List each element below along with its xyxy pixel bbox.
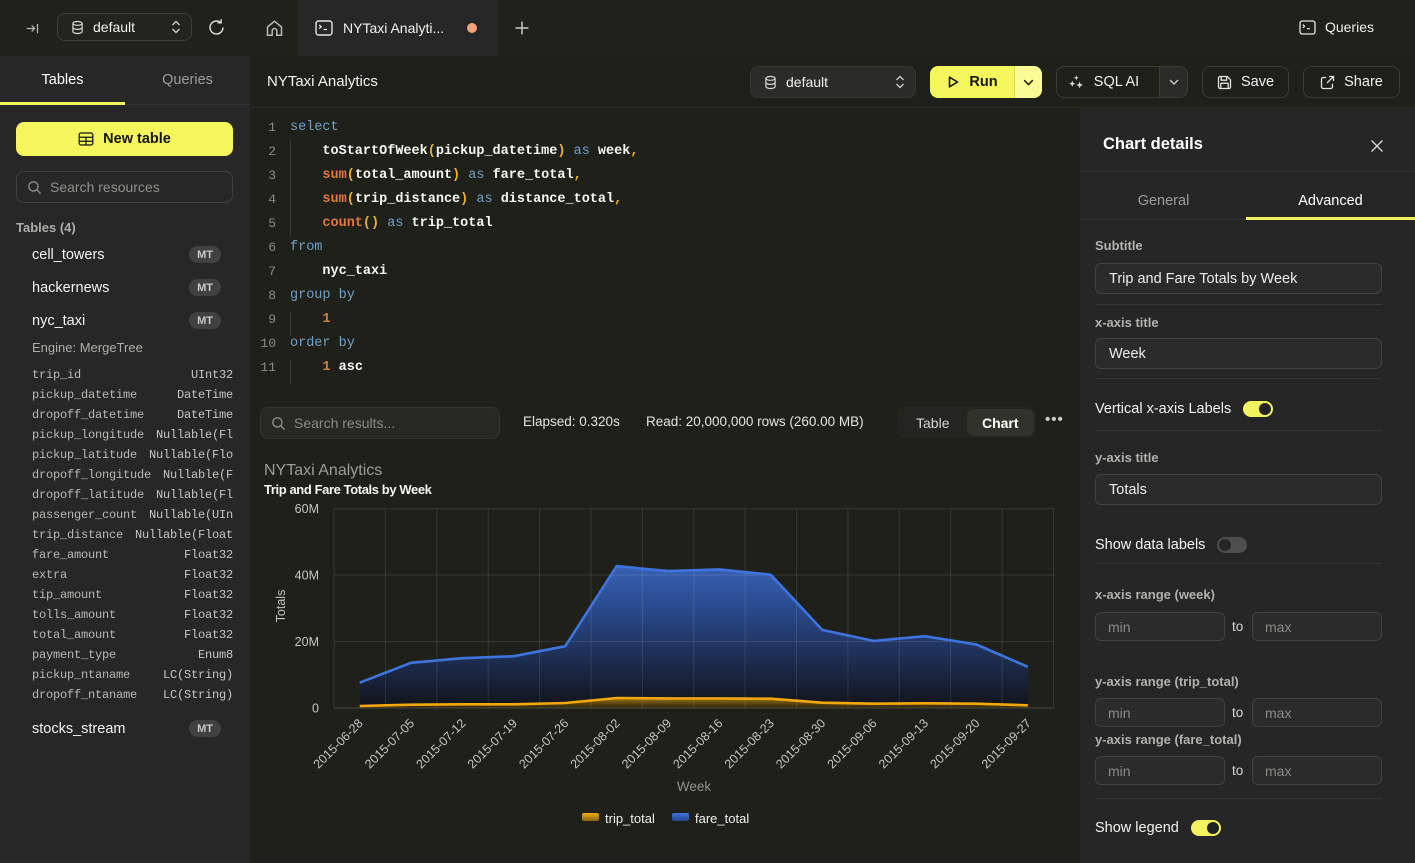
svg-text:fare_total: fare_total [695, 811, 749, 826]
svg-text:trip_total: trip_total [605, 811, 655, 826]
svg-text:40M: 40M [295, 569, 319, 583]
svg-text:2015-09-27: 2015-09-27 [979, 716, 1034, 771]
svg-text:2015-08-02: 2015-08-02 [568, 716, 623, 771]
svg-text:2015-07-19: 2015-07-19 [465, 716, 520, 771]
svg-text:2015-08-30: 2015-08-30 [773, 716, 828, 771]
svg-text:2015-07-26: 2015-07-26 [516, 716, 571, 771]
svg-text:2015-09-20: 2015-09-20 [927, 716, 982, 771]
svg-text:20M: 20M [295, 635, 319, 649]
svg-text:2015-07-05: 2015-07-05 [362, 716, 417, 771]
svg-text:2015-08-23: 2015-08-23 [722, 716, 777, 771]
svg-text:Totals: Totals [274, 590, 288, 623]
svg-text:NYTaxi Analytics: NYTaxi Analytics [264, 462, 382, 479]
svg-text:2015-09-06: 2015-09-06 [825, 716, 880, 771]
svg-text:Trip and Fare Totals by Week: Trip and Fare Totals by Week [264, 482, 433, 497]
svg-text:2015-09-13: 2015-09-13 [876, 716, 931, 771]
svg-text:2015-06-28: 2015-06-28 [311, 716, 366, 771]
svg-text:0: 0 [312, 702, 319, 716]
svg-text:Week: Week [677, 779, 712, 794]
svg-text:2015-07-12: 2015-07-12 [414, 716, 469, 771]
svg-text:2015-08-16: 2015-08-16 [670, 716, 725, 771]
svg-text:2015-08-09: 2015-08-09 [619, 716, 674, 771]
svg-text:60M: 60M [295, 502, 319, 516]
